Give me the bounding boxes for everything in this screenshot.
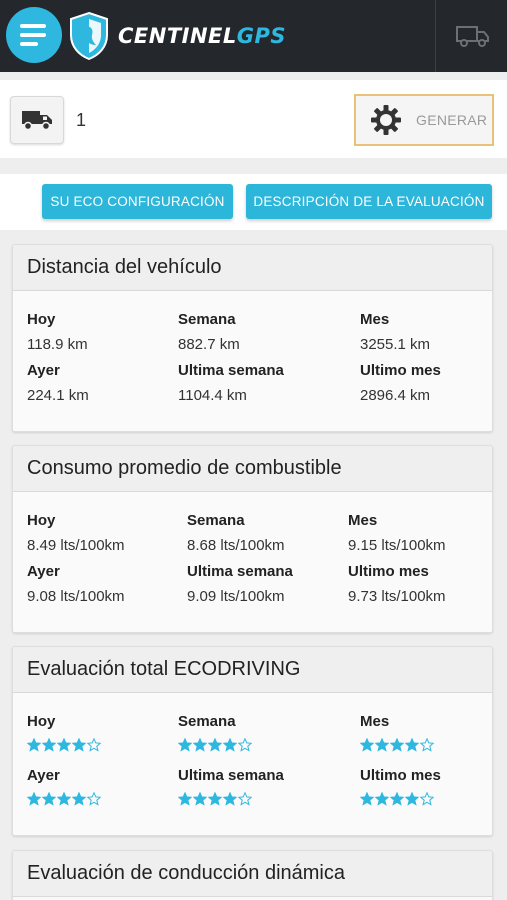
centinel-gps-logo: CENTINELGPS — [68, 10, 286, 62]
stat-value-today: 8.49 lts/100km — [27, 537, 125, 554]
stat-label-last-week: Ultima semana — [187, 563, 293, 580]
star-filled-icon — [208, 792, 222, 806]
stat-label-week: Semana — [178, 713, 236, 730]
star-empty-icon — [238, 738, 252, 752]
star-rating-week — [178, 738, 252, 752]
stat-value-week: 8.68 lts/100km — [187, 537, 285, 554]
star-filled-icon — [405, 738, 419, 752]
stat-value-yesterday: 224.1 km — [27, 387, 89, 404]
stat-label-yesterday: Ayer — [27, 563, 60, 580]
star-filled-icon — [390, 792, 404, 806]
logo-text: CENTINELGPS — [118, 24, 287, 48]
star-filled-icon — [178, 792, 192, 806]
truck-icon — [22, 111, 52, 131]
card-title: Evaluación total ECODRIVING — [13, 647, 492, 693]
stat-label-last-week: Ultima semana — [178, 767, 284, 784]
star-filled-icon — [360, 738, 374, 752]
star-rating-month — [360, 738, 434, 752]
vehicle-distance-card: Distancia del vehículo Hoy 118.9 km Sema… — [12, 244, 493, 432]
star-empty-icon — [420, 792, 434, 806]
stat-value-today: 118.9 km — [27, 336, 88, 353]
stat-value-week: 882.7 km — [178, 336, 240, 353]
star-filled-icon — [223, 738, 237, 752]
star-filled-icon — [193, 792, 207, 806]
truck-icon[interactable] — [456, 24, 490, 48]
stat-label-week: Semana — [187, 512, 245, 529]
stat-label-last-month: Ultimo mes — [348, 563, 429, 580]
star-rating-last-month — [360, 792, 434, 806]
menu-icon-line — [20, 24, 46, 28]
menu-icon-line — [20, 42, 38, 46]
star-filled-icon — [375, 792, 389, 806]
star-filled-icon — [405, 792, 419, 806]
stat-label-today: Hoy — [27, 512, 56, 529]
stat-label-last-week: Ultima semana — [178, 362, 284, 379]
stat-label-yesterday: Ayer — [27, 767, 60, 784]
card-title: Consumo promedio de combustible — [13, 446, 492, 492]
stat-value-month: 9.15 lts/100km — [348, 537, 446, 554]
dynamic-driving-card: Evaluación de conducción dinámica — [12, 850, 493, 900]
action-buttons-bar: SU ECO CONFIGURACIÓN DESCRIPCIÓN DE LA E… — [0, 174, 507, 230]
evaluation-description-button[interactable]: DESCRIPCIÓN DE LA EVALUACIÓN — [246, 184, 492, 219]
card-title: Distancia del vehículo — [13, 245, 492, 291]
star-filled-icon — [42, 738, 56, 752]
stat-label-yesterday: Ayer — [27, 362, 60, 379]
star-rating-last-week — [178, 792, 252, 806]
stat-label-today: Hoy — [27, 311, 56, 328]
eco-config-button[interactable]: SU ECO CONFIGURACIÓN — [42, 184, 233, 219]
star-filled-icon — [193, 738, 207, 752]
star-empty-icon — [420, 738, 434, 752]
star-empty-icon — [87, 792, 101, 806]
star-filled-icon — [390, 738, 404, 752]
shield-logo-icon — [70, 11, 108, 61]
stat-label-last-month: Ultimo mes — [360, 767, 441, 784]
star-rating-yesterday — [27, 792, 101, 806]
stat-value-yesterday: 9.08 lts/100km — [27, 588, 125, 605]
stat-value-last-week: 9.09 lts/100km — [187, 588, 285, 605]
stat-value-last-week: 1104.4 km — [178, 387, 247, 404]
star-empty-icon — [238, 792, 252, 806]
vehicle-selector-row: 1 GENERAR — [0, 80, 507, 158]
stat-label-month: Mes — [360, 311, 390, 328]
star-filled-icon — [72, 738, 86, 752]
star-filled-icon — [42, 792, 56, 806]
star-filled-icon — [360, 792, 374, 806]
fuel-consumption-card: Consumo promedio de combustible Hoy 8.49… — [12, 445, 493, 633]
stat-value-last-month: 2896.4 km — [360, 387, 431, 404]
star-filled-icon — [27, 738, 41, 752]
vehicle-select-button[interactable] — [10, 96, 64, 144]
hamburger-menu-button[interactable] — [6, 7, 62, 63]
generate-button[interactable]: GENERAR — [354, 94, 494, 146]
stat-label-today: Hoy — [27, 713, 56, 730]
stat-label-last-month: Ultimo mes — [360, 362, 441, 379]
star-filled-icon — [223, 792, 237, 806]
gear-icon — [371, 105, 401, 135]
stat-value-month: 3255.1 km — [360, 336, 431, 353]
star-filled-icon — [57, 738, 71, 752]
stat-label-week: Semana — [178, 311, 236, 328]
header-divider — [435, 0, 436, 72]
stat-value-last-month: 9.73 lts/100km — [348, 588, 446, 605]
star-filled-icon — [72, 792, 86, 806]
vehicle-number: 1 — [76, 110, 87, 130]
star-filled-icon — [57, 792, 71, 806]
star-filled-icon — [178, 738, 192, 752]
card-title: Evaluación de conducción dinámica — [13, 851, 492, 897]
ecodriving-evaluation-card: Evaluación total ECODRIVING Hoy Semana M… — [12, 646, 493, 836]
stat-label-month: Mes — [348, 512, 378, 529]
star-rating-today — [27, 738, 101, 752]
generate-button-label: GENERAR — [416, 112, 488, 128]
star-filled-icon — [208, 738, 222, 752]
stat-label-month: Mes — [360, 713, 390, 730]
star-empty-icon — [87, 738, 101, 752]
star-filled-icon — [27, 792, 41, 806]
star-filled-icon — [375, 738, 389, 752]
app-header: CENTINELGPS — [0, 0, 507, 72]
menu-icon-line — [20, 33, 46, 37]
